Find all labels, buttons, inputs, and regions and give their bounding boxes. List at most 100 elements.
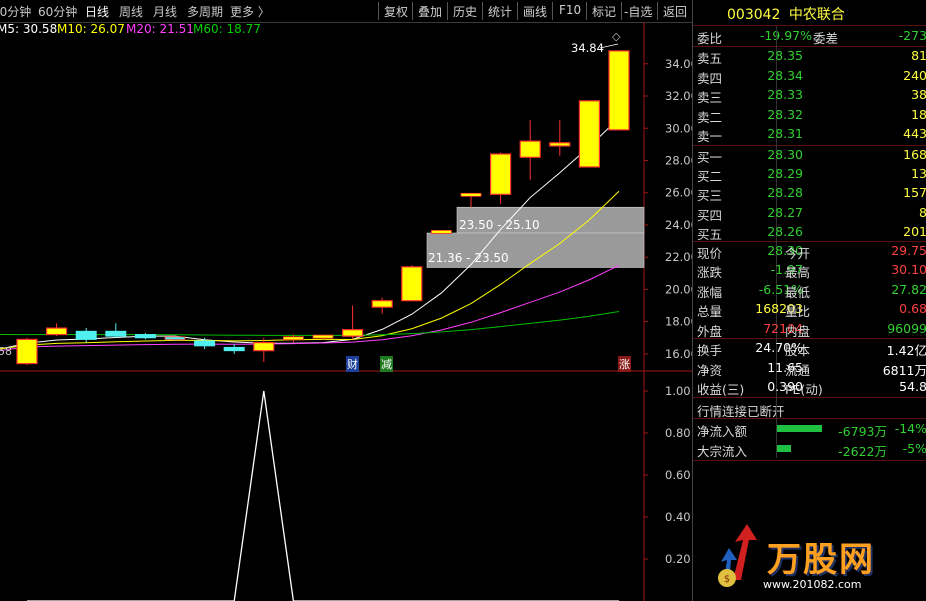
sell-level-label: 卖四 [697,70,723,86]
candle-body [45,327,68,336]
candlestick [45,323,68,337]
watermark-logo: $ 万股网 www.201082.com [703,520,923,598]
quote-value-2: 29.75 [891,243,926,258]
buy-price: 28.26 [767,223,803,239]
sell-row: 卖一 28.31 443 [693,125,926,144]
sell-price: 28.31 [767,126,803,142]
finance-marker[interactable]: 财 [346,356,359,372]
buy-row: 买三 28.28 157 [693,184,926,203]
buy-volume: 157 [903,185,926,201]
candle-body [608,50,630,131]
webi-value: -19.97% [759,28,812,43]
candle-body [223,346,245,352]
candle-body [519,140,541,158]
stock-name: 中农联合 [788,7,845,23]
ind-tick-label: 0.60 [665,468,691,482]
flow-label: 净流入额 [697,424,748,439]
flow-value: -2622万 [838,443,887,459]
candle-body [578,100,601,168]
fund-label-2: 流通 [785,362,811,378]
limit-up-marker[interactable]: 涨 [618,356,631,372]
candlestick [430,229,452,234]
candle-body [282,336,304,341]
flow-value: -6793万 [838,424,887,439]
kline-chart[interactable]: 34.00 32.00 30.00 28.00 26.00 24.00 22.00 20.00… [0,0,692,601]
quote-value-2: 27.82 [891,281,926,297]
buy-volume: 168 [903,147,926,162]
quote-label-2: 最低 [785,284,811,300]
quote-label-2: 今开 [785,246,811,261]
y-tick-label: 16.00 [665,347,692,361]
candlestick [371,297,393,314]
ind-tick-label: 0.20 [665,552,691,566]
sell-price: 28.32 [767,106,803,122]
candle-body [105,330,127,337]
sell-price: 28.35 [767,48,803,63]
candle-body [460,192,482,197]
candlestick [223,344,245,354]
quote-row: 涨跌 -1.97 最高 30.10 [693,261,926,280]
y-tick-label: 34.00 [665,57,692,71]
sell-volume: 18 [911,106,926,122]
y-tick-label: 24.00 [665,218,692,232]
candlestick [549,120,571,156]
candlestick [578,100,601,168]
sell-volume: 240 [903,67,926,83]
quote-row: 总量 168203 量比 0.68 [693,300,926,319]
buy-volume: 13 [911,166,926,182]
fundamental-row: 收益(三) 0.390 PE(动) 54.8 [693,378,926,397]
indicator-line [27,390,619,601]
candle-body [549,142,571,147]
buy-volume: 201 [903,223,926,239]
diamond-icon[interactable]: ◇ [612,30,620,43]
y-tick-label: 22.00 [665,250,692,264]
candlestick [75,328,97,343]
buy-row: 买四 28.27 8 [693,204,926,223]
y-tick-label: 28.00 [665,153,692,167]
quote-row: 外盘 72104 内盘 96099 [693,320,926,339]
buy-level-label: 买五 [697,226,723,242]
sell-row: 卖三 28.33 38 [693,86,926,105]
reduce-marker[interactable]: 减 [380,356,393,372]
fund-label: 换手 [697,343,723,358]
sell-volume: 81 [911,48,926,63]
quote-label: 涨跌 [697,265,723,281]
candle-body [194,340,216,347]
high-price-label: 34.84 [571,41,604,55]
stock-code: 003042 [727,7,781,23]
ind-tick-label: 0.40 [665,510,691,524]
logo-url: www.201082.com [763,578,862,591]
weicha-value: -273 [898,28,926,43]
quote-label-2: 内盘 [785,323,811,339]
quote-label: 现价 [697,246,723,261]
ind-tick-label: 0.80 [665,426,691,440]
fund-value-2: 6811万 [882,362,926,378]
quote-label-2: 量比 [785,304,811,320]
quote-value-2: 30.10 [891,262,926,278]
flow-pct: -14% [894,421,926,436]
weicha-label: 委差 [813,31,839,46]
fund-label-2: PE(动) [785,382,823,397]
sell-volume: 38 [911,87,926,103]
buy-price: 28.27 [767,204,803,220]
quote-value-2: 96099 [887,320,926,336]
y-tick-label: 18.00 [665,315,692,329]
sell-price: 28.33 [767,87,803,103]
sell-row: 卖二 28.32 18 [693,106,926,125]
box-label-upper: 23.50 - 25.10 [459,218,540,232]
candlestick [490,152,512,204]
buy-level-label: 买一 [697,150,723,165]
quote-panel: 003042 中农联合 委比 -19.97% 委差 -273 行情连接已断开 $… [692,0,926,601]
candle-body [312,334,334,339]
candlestick [401,265,423,302]
candlestick [519,120,541,180]
candle-body [253,342,275,352]
candle-body [490,153,512,195]
sell-level-label: 卖三 [697,90,723,106]
candlestick [253,337,275,362]
buy-row: 买五 28.26 201 [693,223,926,242]
quote-value-2: 0.68 [899,301,926,317]
candlestick [342,305,364,340]
candlestick [134,332,156,340]
buy-row: 买二 28.29 13 [693,165,926,184]
